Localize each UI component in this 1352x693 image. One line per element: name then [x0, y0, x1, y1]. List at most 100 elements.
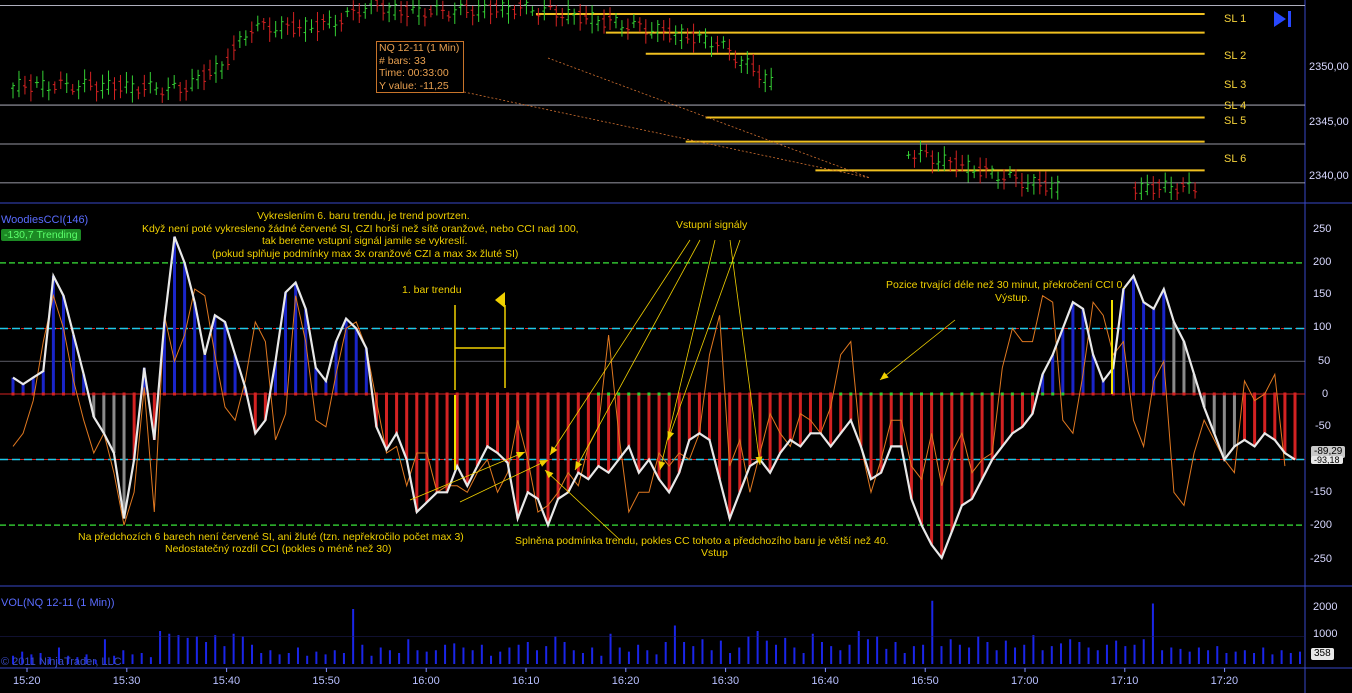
- cci-histogram-bar: [647, 394, 651, 460]
- volume-bar: [508, 647, 511, 664]
- volume-bar: [747, 636, 750, 664]
- volume-bar: [719, 640, 722, 664]
- volume-bar: [296, 647, 299, 664]
- cci-zero-marker: [304, 392, 308, 396]
- volume-bar: [388, 650, 391, 664]
- cci-histogram-bar: [970, 394, 974, 499]
- volume-bar: [894, 642, 897, 664]
- volume-bar: [1170, 647, 1173, 664]
- volume-bar: [306, 655, 309, 664]
- volume-bar: [1188, 651, 1191, 664]
- cci-zero-marker: [203, 392, 207, 396]
- volume-bar: [1133, 644, 1136, 664]
- volume-bar: [1271, 654, 1274, 664]
- volume-bar: [958, 644, 961, 664]
- volume-bar: [1069, 639, 1072, 664]
- cci-zero-marker: [425, 392, 429, 396]
- cci-histogram-bar: [1273, 394, 1277, 440]
- cci-zero-marker: [819, 392, 823, 396]
- cci-zero-marker: [516, 392, 520, 396]
- cci-zero-marker: [859, 392, 863, 396]
- cci-zero-marker: [990, 392, 994, 396]
- cci-histogram-bar: [435, 394, 439, 493]
- cci-zero-marker: [1182, 392, 1186, 396]
- cci-tick-250: 250: [1313, 223, 1332, 235]
- vol-tick-2000: 2000: [1313, 601, 1338, 613]
- annotation-exit-rule: Pozice trvající déle než 30 minut, překr…: [886, 279, 1126, 291]
- sl-label-1: SL 1: [1224, 13, 1247, 25]
- cci-zero-marker: [435, 392, 439, 396]
- volume-bar: [729, 653, 732, 664]
- cci-zero-marker: [546, 392, 550, 396]
- volume-bar: [775, 644, 778, 664]
- cci-zero-marker: [798, 392, 802, 396]
- price-tick-2340: 2340,00: [1309, 170, 1349, 182]
- cci-zero-marker: [667, 392, 671, 396]
- cci-zero-marker: [51, 392, 55, 396]
- tooltip-bars: # bars: 33: [379, 54, 426, 67]
- volume-bar: [609, 633, 612, 664]
- cci-histogram-bar: [405, 394, 409, 460]
- volume-bar: [131, 654, 134, 664]
- cci-zero-marker: [1071, 392, 1075, 396]
- cci-zero-marker: [183, 392, 187, 396]
- tooltip-yvalue: Y value: -11,25: [379, 79, 449, 92]
- time-label-1630: 16:30: [711, 675, 740, 687]
- volume-bar: [1207, 650, 1210, 664]
- cci-zero-marker: [415, 392, 419, 396]
- annotation-insufficient: Nedostatečný rozdíl CCI (pokles o méně n…: [165, 543, 392, 555]
- cci-zero-marker: [687, 392, 691, 396]
- cci-zero-marker: [72, 392, 76, 396]
- volume-bar: [159, 631, 162, 664]
- volume-bar: [600, 655, 603, 664]
- volume-bar: [379, 647, 382, 664]
- volume-bar: [434, 650, 437, 664]
- volume-bar: [664, 642, 667, 664]
- first-bar-bracket: [454, 305, 506, 390]
- cci-histogram-bar: [1283, 394, 1287, 453]
- cci-zero-marker: [950, 392, 954, 396]
- cci-zero-marker: [566, 392, 570, 396]
- sl-label-5: SL 5: [1224, 115, 1247, 127]
- volume-bar: [1050, 646, 1053, 664]
- cci-zero-marker: [364, 392, 368, 396]
- volume-bar: [820, 642, 823, 664]
- cci-histogram-bar: [909, 394, 913, 499]
- scroll-to-end-icon[interactable]: [1272, 9, 1296, 29]
- volume-bar: [251, 644, 254, 664]
- cci-zero-marker: [768, 392, 772, 396]
- volume-bar: [1234, 651, 1237, 664]
- cci-tick-100: 100: [1313, 321, 1332, 333]
- cci-histogram-bar: [1172, 321, 1176, 394]
- volume-bar: [149, 657, 152, 664]
- bar-info-tooltip: NQ 12-11 (1 Min) # bars: 33 Time: 00:33:…: [376, 41, 464, 93]
- cci-trend-badge: -130,7 Trending: [1, 229, 81, 241]
- cci-zero-marker: [1293, 392, 1297, 396]
- cci-zero-marker: [1121, 392, 1125, 396]
- volume-bar: [1262, 647, 1265, 664]
- first-bar-arrowhead: [495, 292, 505, 308]
- volume-bar: [572, 650, 575, 664]
- volume-bar: [168, 633, 171, 664]
- cci-zero-marker: [728, 392, 732, 396]
- volume-bar: [1289, 653, 1292, 664]
- volume-bar: [857, 631, 860, 664]
- cci-tick-neg250: -250: [1310, 553, 1333, 565]
- cci-zero-marker: [1212, 392, 1216, 396]
- cci-histogram-bar: [324, 380, 328, 394]
- volume-bar: [995, 650, 998, 664]
- cci-zero-marker: [576, 392, 580, 396]
- volume-bar: [1280, 650, 1283, 664]
- cci-zero-marker: [839, 392, 843, 396]
- cci-zero-marker: [869, 392, 873, 396]
- volume-bar: [315, 651, 318, 664]
- annotation-exit: Výstup.: [995, 292, 1031, 304]
- cci-tick-50: 50: [1318, 355, 1331, 367]
- volume-bar: [1059, 643, 1062, 664]
- cci-zero-marker: [284, 392, 288, 396]
- volume-bar: [1014, 647, 1017, 664]
- cci-zero-marker: [41, 392, 45, 396]
- volume-bar: [444, 644, 447, 664]
- cci-zero-marker: [1131, 392, 1135, 396]
- cci-histogram-bar: [485, 394, 489, 447]
